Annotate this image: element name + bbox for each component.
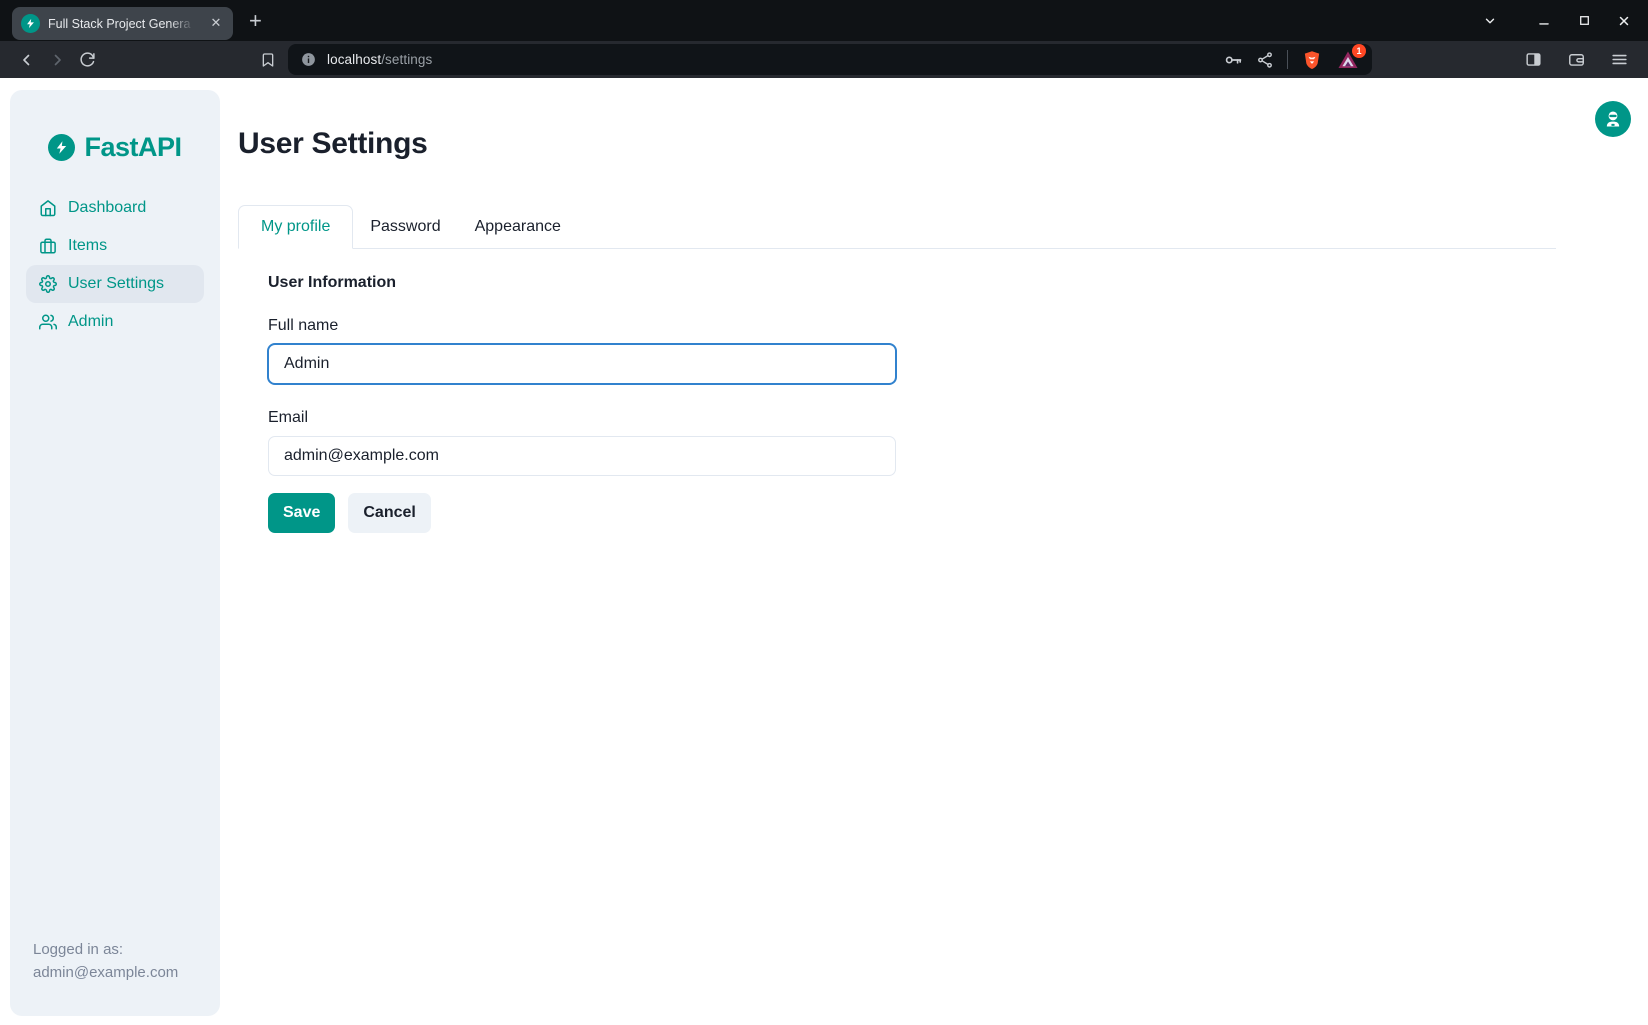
section-title: User Information <box>268 274 1648 292</box>
brave-rewards-icon[interactable]: 1 <box>1336 48 1360 72</box>
profile-form: User Information Full name Email Save Ca… <box>238 249 1648 533</box>
full-name-input[interactable] <box>268 344 896 384</box>
sidebar-item-dashboard[interactable]: Dashboard <box>26 189 204 227</box>
gear-icon <box>39 275 57 293</box>
tab-title: Full Stack Project Genera <box>48 15 199 31</box>
logged-in-as: Logged in as: admin@example.com <box>10 938 220 1017</box>
sidebar-toggle-icon[interactable] <box>1520 47 1546 73</box>
sidebar-item-label: User Settings <box>68 275 164 293</box>
sidebar: FastAPI Dashboard Items User Settings Ad… <box>10 90 220 1016</box>
fastapi-favicon-icon <box>21 14 40 33</box>
tab-password[interactable]: Password <box>353 206 457 248</box>
window-minimize-button[interactable] <box>1534 11 1554 31</box>
window-maximize-button[interactable] <box>1574 11 1594 31</box>
page-title: User Settings <box>238 127 1648 161</box>
sidebar-item-user-settings[interactable]: User Settings <box>26 265 204 303</box>
logged-in-as-email: admin@example.com <box>33 961 197 984</box>
sidebar-nav: Dashboard Items User Settings Admin <box>10 189 220 341</box>
users-icon <box>39 313 57 331</box>
app-page: FastAPI Dashboard Items User Settings Ad… <box>0 78 1648 1025</box>
fastapi-logo: FastAPI <box>48 132 181 163</box>
briefcase-icon <box>39 237 57 255</box>
address-bar[interactable]: localhost/settings 1 <box>288 44 1372 75</box>
browser-tab-strip: Full Stack Project Genera ✕ + <box>0 0 1648 41</box>
browser-tab[interactable]: Full Stack Project Genera ✕ <box>12 7 233 40</box>
bookmark-icon[interactable] <box>254 46 282 74</box>
logged-in-as-label: Logged in as: <box>33 938 197 961</box>
save-button[interactable]: Save <box>268 493 335 533</box>
share-icon[interactable] <box>1256 51 1274 69</box>
cancel-button[interactable]: Cancel <box>348 493 430 533</box>
home-icon <box>39 199 57 217</box>
email-input[interactable] <box>268 436 896 476</box>
tab-close-icon[interactable]: ✕ <box>207 14 225 32</box>
back-button[interactable] <box>12 45 42 75</box>
tab-search-chevron-icon[interactable] <box>1480 11 1500 31</box>
reload-button[interactable] <box>72 45 102 75</box>
sidebar-item-label: Admin <box>68 313 113 331</box>
sidebar-item-admin[interactable]: Admin <box>26 303 204 341</box>
site-info-icon[interactable] <box>300 51 317 68</box>
address-bar-divider <box>1287 50 1288 69</box>
sidebar-item-items[interactable]: Items <box>26 227 204 265</box>
tab-appearance[interactable]: Appearance <box>458 206 578 248</box>
sidebar-item-label: Dashboard <box>68 199 146 217</box>
forward-button[interactable] <box>42 45 72 75</box>
full-name-label: Full name <box>268 317 1648 335</box>
new-tab-button[interactable]: + <box>249 11 262 31</box>
browser-toolbar: localhost/settings 1 <box>0 41 1648 78</box>
fastapi-bolt-icon <box>48 134 75 161</box>
email-label: Email <box>268 409 1648 427</box>
sidebar-item-label: Items <box>68 237 107 255</box>
logo-text: FastAPI <box>84 132 181 163</box>
menu-hamburger-icon[interactable] <box>1606 47 1632 73</box>
settings-tabs: My profile Password Appearance <box>238 205 1556 249</box>
window-close-button[interactable] <box>1614 11 1634 31</box>
wallet-icon[interactable] <box>1563 47 1589 73</box>
brave-shield-icon[interactable] <box>1301 49 1323 71</box>
url-text: localhost/settings <box>327 52 432 67</box>
main-content: User Settings My profile Password Appear… <box>238 78 1648 533</box>
password-key-icon[interactable] <box>1223 50 1243 70</box>
tab-my-profile[interactable]: My profile <box>238 205 353 249</box>
rewards-badge: 1 <box>1352 44 1366 58</box>
